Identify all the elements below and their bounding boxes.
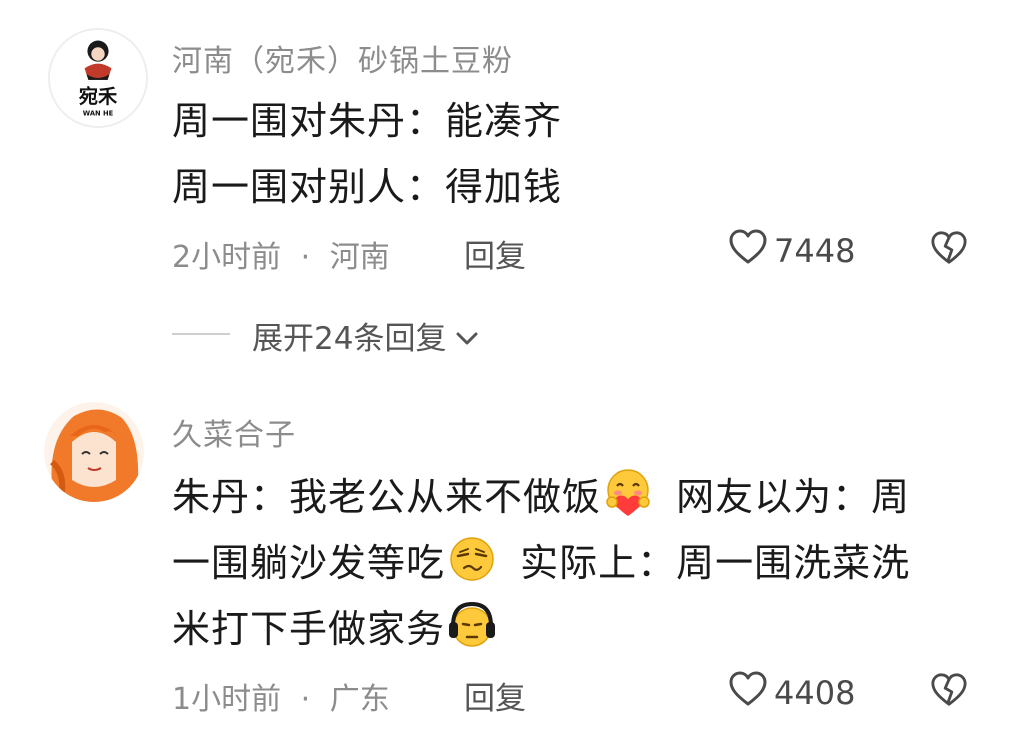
meta-separator: ·	[300, 240, 311, 275]
comment-text-segment: 朱丹：我老公从来不做饭	[172, 475, 602, 519]
broken-heart-icon	[931, 231, 967, 264]
comment-location: 河南	[329, 240, 390, 275]
reply-button[interactable]: 回复	[464, 673, 526, 718]
broken-heart-icon	[931, 673, 967, 706]
expand-divider	[172, 333, 230, 335]
heart-outline-icon	[728, 228, 768, 274]
comment-text-segment: 一围躺沙发等吃	[172, 541, 446, 585]
comment-meta: 1小时前 · 广东	[172, 674, 390, 718]
comment-meta: 2小时前 · 河南	[172, 232, 390, 276]
comment-body: 朱丹：我老公从来不做饭 网友以为：周 一围躺沙发等吃 实际上：周一围洗菜洗 米打…	[172, 464, 910, 662]
like-button[interactable]: 4408	[728, 670, 855, 716]
wanhe-logo-icon: 宛禾 WAN HE	[50, 30, 146, 126]
comment-line: 一围躺沙发等吃 实际上：周一围洗菜洗	[172, 530, 910, 596]
meta-separator: ·	[300, 682, 311, 717]
comment-username[interactable]: 久菜合子	[172, 410, 296, 454]
reply-button[interactable]: 回复	[464, 231, 526, 276]
comment-text-segment: 网友以为：周	[676, 475, 911, 519]
comment-line: 米打下手做家务	[172, 596, 910, 662]
chevron-down-icon	[456, 318, 478, 354]
avatar-wanhe[interactable]: 宛禾 WAN HE	[48, 28, 148, 128]
comment-text-segment: 实际上：周一围洗菜洗	[520, 541, 911, 585]
expand-replies-label: 展开24条回复	[252, 321, 447, 357]
anime-girl-avatar-icon	[44, 402, 144, 502]
like-count: 7448	[774, 232, 856, 270]
smirk-emoji-icon	[445, 532, 499, 586]
comment-time: 1小时前	[172, 682, 282, 717]
expand-replies-button[interactable]: 展开24条回复	[252, 313, 478, 358]
heart-hug-emoji-icon	[601, 466, 655, 520]
like-count: 4408	[774, 674, 856, 712]
comment-body: 周一围对朱丹：能凑齐 周一围对别人：得加钱	[172, 88, 562, 220]
svg-text:WAN HE: WAN HE	[83, 109, 114, 117]
dislike-button[interactable]	[930, 230, 968, 268]
svg-text:宛禾: 宛禾	[78, 85, 118, 108]
avatar-jiucaihezi[interactable]	[44, 402, 144, 502]
headphones-emoji-icon	[445, 598, 499, 652]
comment-line: 周一围对朱丹：能凑齐	[172, 99, 563, 143]
heart-outline-icon	[728, 670, 768, 716]
comment-line: 周一围对别人：得加钱	[172, 165, 563, 209]
dislike-button[interactable]	[930, 672, 968, 710]
comment-text-segment: 米打下手做家务	[172, 607, 446, 651]
comment-location: 广东	[329, 682, 390, 717]
comment-time: 2小时前	[172, 240, 282, 275]
like-button[interactable]: 7448	[728, 228, 855, 274]
comment-username[interactable]: 河南（宛禾）砂锅土豆粉	[172, 36, 513, 80]
comment-line: 朱丹：我老公从来不做饭 网友以为：周	[172, 464, 910, 530]
